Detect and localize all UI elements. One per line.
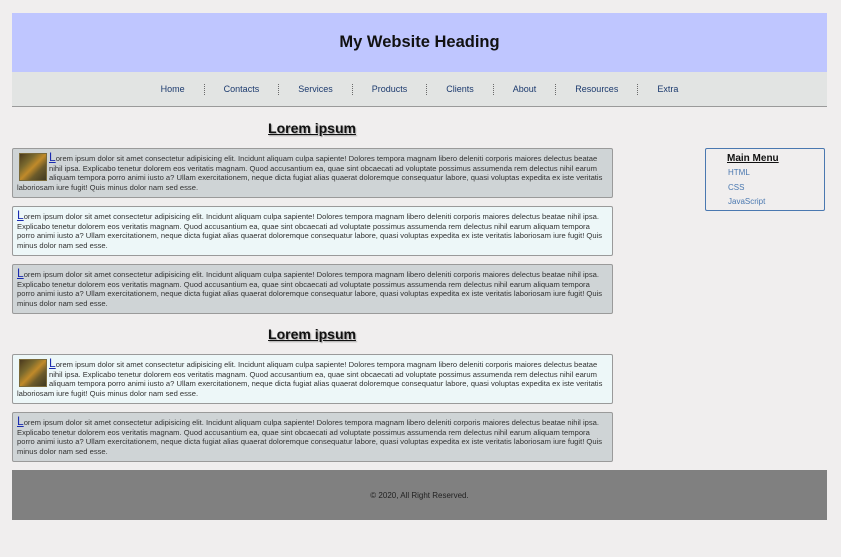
nav-extra[interactable]: Extra [638, 84, 697, 95]
nav-products[interactable]: Products [353, 83, 428, 95]
main-menu-title: Main Menu [727, 153, 779, 164]
section-title: Lorem ipsum [268, 326, 356, 342]
nav-clients[interactable]: Clients [427, 83, 494, 95]
nav-home[interactable]: Home [142, 83, 205, 95]
article-text: Lorem ipsum dolor sit amet consectetur a… [17, 266, 608, 308]
top-nav: Home Contacts Services Products Clients … [12, 72, 827, 107]
article-text: Lorem ipsum dolor sit amet consectetur a… [17, 208, 608, 250]
dropcap: L [49, 150, 56, 164]
menu-item-javascript[interactable]: JavaScript [728, 197, 824, 207]
article-card: Lorem ipsum dolor sit amet consectetur a… [12, 354, 613, 404]
thumbnail-image [19, 153, 47, 181]
menu-item-html[interactable]: HTML [728, 168, 824, 178]
article-body: orem ipsum dolor sit amet consectetur ad… [17, 360, 603, 398]
section-title: Lorem ipsum [268, 120, 356, 136]
menu-item-css[interactable]: CSS [728, 183, 824, 193]
article-body: orem ipsum dolor sit amet consectetur ad… [17, 270, 603, 308]
copyright-text: © 2020, All Right Reserved. [370, 490, 469, 500]
nav-services[interactable]: Services [279, 83, 353, 95]
article-card: Lorem ipsum dolor sit amet consectetur a… [12, 206, 613, 256]
site-header: My Website Heading [12, 13, 827, 72]
main-menu: Main Menu HTML CSS JavaScript [705, 148, 825, 211]
nav-resources[interactable]: Resources [556, 83, 639, 95]
article-card: Lorem ipsum dolor sit amet consectetur a… [12, 412, 613, 462]
nav-about[interactable]: About [494, 83, 557, 95]
dropcap: L [17, 266, 24, 280]
article-text: Lorem ipsum dolor sit amet consectetur a… [17, 414, 608, 456]
article-card: Lorem ipsum dolor sit amet consectetur a… [12, 148, 613, 198]
dropcap: L [17, 414, 24, 428]
nav-contacts[interactable]: Contacts [205, 83, 280, 95]
article-card: Lorem ipsum dolor sit amet consectetur a… [12, 264, 613, 314]
article-text: Lorem ipsum dolor sit amet consectetur a… [17, 356, 608, 398]
article-body: orem ipsum dolor sit amet consectetur ad… [17, 418, 603, 456]
dropcap: L [17, 208, 24, 222]
site-footer: © 2020, All Right Reserved. [12, 470, 827, 520]
thumbnail-image [19, 359, 47, 387]
article-body: orem ipsum dolor sit amet consectetur ad… [17, 212, 603, 250]
dropcap: L [49, 356, 56, 370]
article-text: Lorem ipsum dolor sit amet consectetur a… [17, 150, 608, 192]
site-heading: My Website Heading [339, 33, 500, 51]
article-body: orem ipsum dolor sit amet consectetur ad… [17, 154, 603, 192]
